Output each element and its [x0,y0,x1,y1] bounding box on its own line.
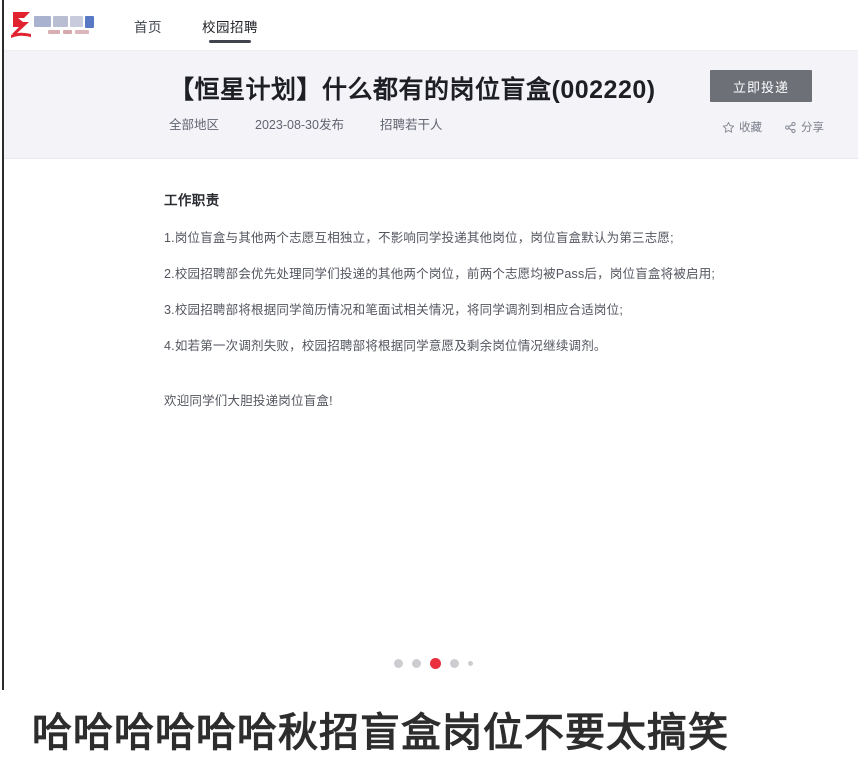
embedded-screenshot-card: 首页 校园招聘 【恒星计划】什么都有的岗位盲盒(002220) 全部地区 202… [2,0,858,690]
header-actions: 收藏 分享 [700,119,824,135]
top-navigation-bar: 首页 校园招聘 [4,0,858,51]
job-meta-row: 全部地区 2023-08-30发布 招聘若干人 [169,114,478,133]
favorite-button[interactable]: 收藏 [722,119,762,135]
post-caption: 哈哈哈哈哈哈秋招盲盒岗位不要太搞笑 [32,710,729,756]
favorite-label: 收藏 [739,122,762,134]
nav-item-campus-recruitment-label: 校园招聘 [202,20,258,35]
carousel-dot[interactable] [411,659,421,668]
nav-item-home[interactable]: 首页 [134,0,162,35]
page-title: 【恒星计划】什么都有的岗位盲盒(002220) [169,76,656,104]
nav-item-home-label: 首页 [134,20,162,35]
responsibility-item: 2.校园招聘部会优先处理同学们投递的其他两个岗位，前两个志愿均被Pass后，岗位… [164,267,716,281]
nav-links: 首页 校园招聘 [134,0,298,50]
carousel-dot[interactable] [393,659,403,668]
carousel-dot[interactable] [449,659,459,668]
screenshot-frame: 首页 校园招聘 【恒星计划】什么都有的岗位盲盒(002220) 全部地区 202… [0,0,866,772]
job-meta-headcount: 招聘若干人 [379,118,443,132]
job-meta-location: 全部地区 [169,118,220,132]
share-icon [784,121,797,134]
active-tab-indicator [209,40,251,43]
brand-wordmark-redacted [34,15,100,34]
star-icon [722,121,735,134]
brand-logo[interactable] [10,9,106,41]
responsibility-item: 1.岗位盲盒与其他两个志愿互相独立，不影响同学投递其他岗位，岗位盲盒默认为第三志… [164,231,674,245]
carousel-pagination-dots [0,658,866,669]
carousel-dot-active[interactable] [429,658,441,669]
responsibility-item: 4.如若第一次调剂失败，校园招聘部将根据同学意愿及剩余岗位情况继续调剂。 [164,339,607,353]
share-button[interactable]: 分享 [784,119,824,135]
carousel-dot[interactable] [467,661,473,666]
nav-item-campus-recruitment[interactable]: 校园招聘 [202,0,258,43]
closing-invitation-text: 欢迎同学们大胆投递岗位盲盒! [164,394,333,408]
company-logo-icon [11,12,31,38]
share-label: 分享 [801,122,824,134]
job-description-body: 工作职责 1.岗位盲盒与其他两个志愿互相独立，不影响同学投递其他岗位，岗位盲盒默… [4,159,858,690]
responsibility-item: 3.校园招聘部将根据同学简历情况和笔面试相关情况，将同学调剂到相应合适岗位; [164,303,623,317]
apply-now-button[interactable]: 立即投递 [710,70,812,102]
job-meta-publish-date: 2023-08-30发布 [255,118,344,132]
job-header-band: 【恒星计划】什么都有的岗位盲盒(002220) 全部地区 2023-08-30发… [4,51,858,159]
section-heading-responsibilities: 工作职责 [164,193,220,208]
